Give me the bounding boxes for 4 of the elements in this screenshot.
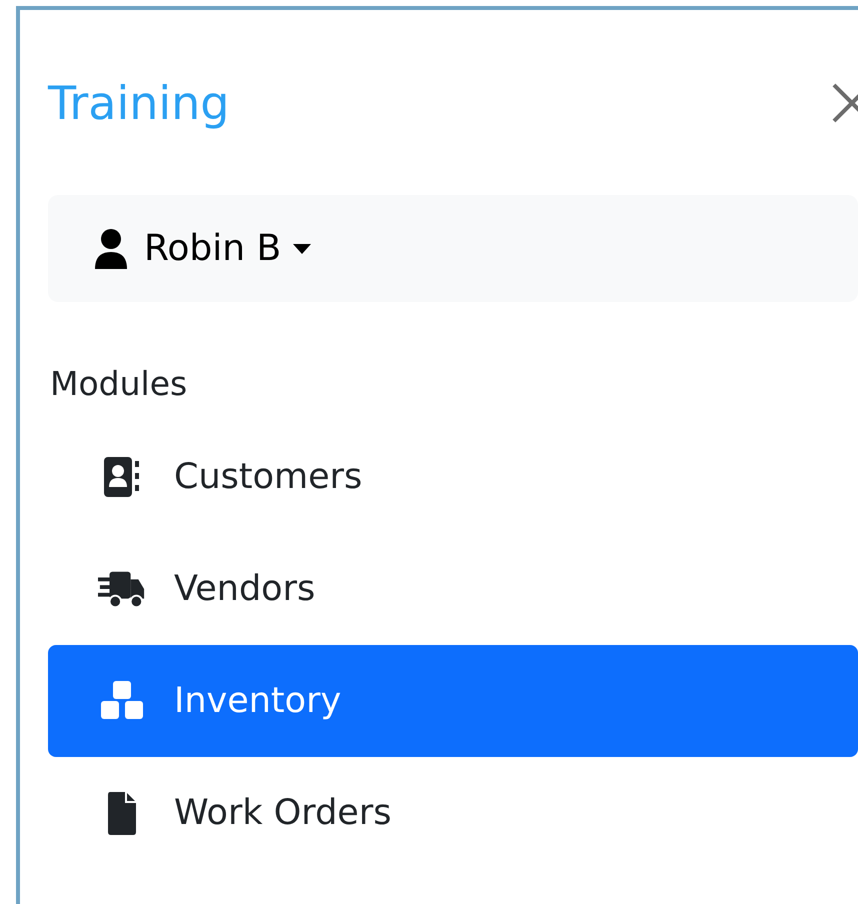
section-heading: Modules xyxy=(50,364,188,403)
nav-item[interactable]: Inventory xyxy=(48,645,858,757)
user-menu-button[interactable]: Robin B xyxy=(94,228,312,270)
panel-title: Training xyxy=(48,76,230,130)
